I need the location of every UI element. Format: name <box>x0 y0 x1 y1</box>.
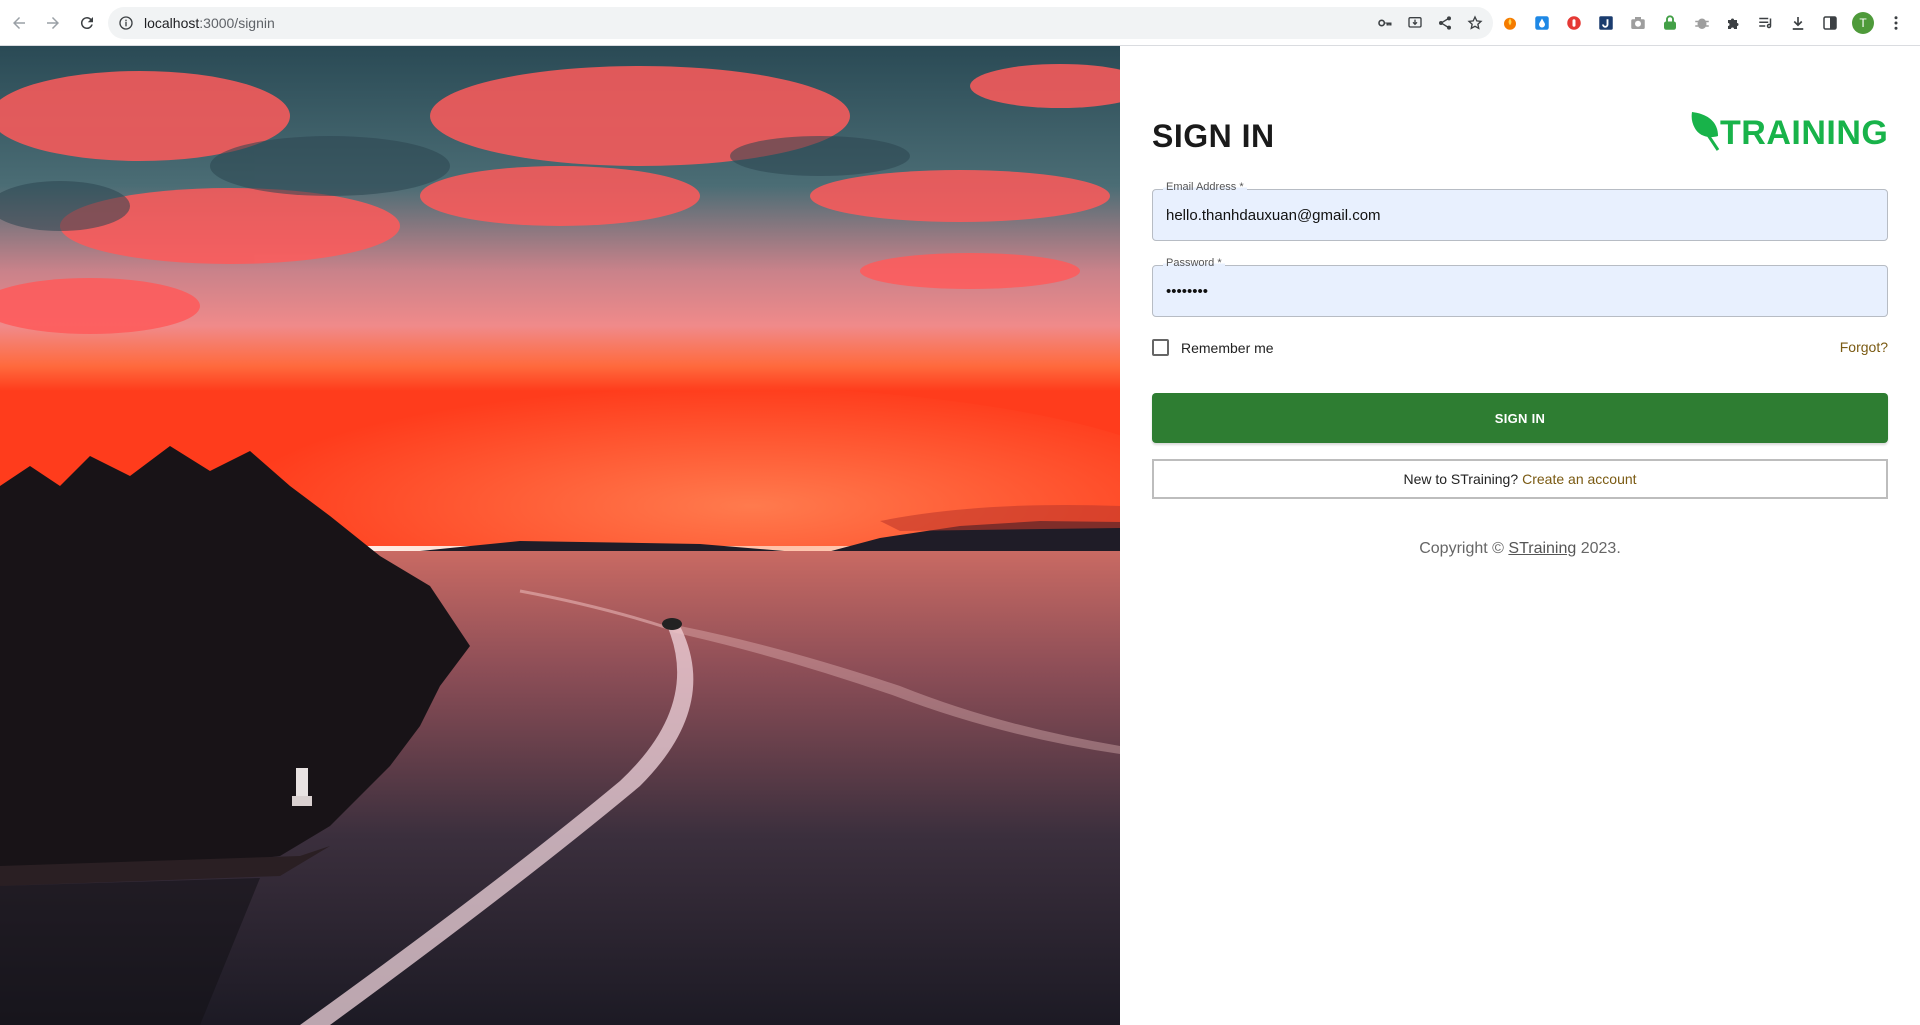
download-icon[interactable] <box>1788 13 1808 33</box>
remember-label: Remember me <box>1181 339 1274 356</box>
email-label: Email Address * <box>1163 181 1247 193</box>
password-label: Password * <box>1163 257 1225 269</box>
remember-checkbox[interactable] <box>1152 339 1169 356</box>
create-account-link[interactable]: Create an account <box>1522 471 1636 487</box>
forward-button[interactable] <box>38 8 68 38</box>
forgot-link[interactable]: Forgot? <box>1840 339 1888 355</box>
more-menu-icon[interactable] <box>1886 13 1906 33</box>
extensions-bar: T <box>1500 7 1906 39</box>
url-path: :3000/signin <box>199 15 275 31</box>
fire-extension-icon[interactable] <box>1500 13 1520 33</box>
url-text: localhost:3000/signin <box>144 15 275 31</box>
bookmark-star-icon[interactable] <box>1467 15 1483 31</box>
new-account-prefix: New to STraining? <box>1403 471 1519 487</box>
signin-button[interactable]: SIGN IN <box>1152 393 1888 443</box>
bug-extension-icon[interactable] <box>1692 13 1712 33</box>
back-button[interactable] <box>4 8 34 38</box>
copyright-brand-link[interactable]: STraining <box>1508 540 1576 557</box>
camera-extension-icon[interactable] <box>1628 13 1648 33</box>
arrow-right-icon <box>47 16 59 29</box>
email-input[interactable] <box>1166 207 1866 224</box>
green-lock-extension-icon[interactable] <box>1660 13 1680 33</box>
share-icon[interactable] <box>1437 15 1453 31</box>
url-host: localhost <box>144 15 200 31</box>
sidebar-icon[interactable] <box>1820 13 1840 33</box>
red-shield-extension-icon[interactable] <box>1564 13 1584 33</box>
password-field[interactable]: Password * <box>1152 257 1888 317</box>
blue-j-extension-icon[interactable] <box>1596 13 1616 33</box>
key-icon[interactable] <box>1377 15 1393 31</box>
copyright: Copyright © STraining 2023. <box>1120 540 1920 558</box>
profile-avatar[interactable]: T <box>1852 12 1874 34</box>
signin-panel: SIGN IN TRAINING Email Address * Passwor… <box>1120 46 1920 1025</box>
address-bar-actions <box>1377 7 1483 39</box>
media-list-icon[interactable] <box>1756 13 1776 33</box>
page-title: SIGN IN <box>1152 118 1275 154</box>
browser-toolbar: localhost:3000/signin T <box>0 0 1920 46</box>
arrow-left-icon <box>13 16 25 29</box>
remember-me[interactable]: Remember me <box>1152 339 1274 356</box>
drop-extension-icon[interactable] <box>1532 13 1552 33</box>
reload-icon <box>80 16 93 29</box>
reload-button[interactable] <box>72 8 102 38</box>
puzzle-icon[interactable] <box>1724 13 1744 33</box>
copyright-prefix: Copyright © <box>1419 540 1504 557</box>
address-bar[interactable]: localhost:3000/signin <box>108 7 1493 39</box>
create-account-box: New to STraining? Create an account <box>1152 459 1888 499</box>
logo: TRAINING <box>1688 110 1888 152</box>
email-field[interactable]: Email Address * <box>1152 181 1888 241</box>
password-input[interactable] <box>1166 283 1866 300</box>
leaf-icon <box>1691 112 1720 151</box>
logo-text: TRAINING <box>1720 114 1889 152</box>
hero-image <box>0 46 1120 1025</box>
info-icon[interactable] <box>118 15 134 31</box>
copyright-suffix: 2023. <box>1580 540 1621 557</box>
sunset-landscape-illustration <box>0 46 1120 1025</box>
install-app-icon[interactable] <box>1407 15 1423 31</box>
